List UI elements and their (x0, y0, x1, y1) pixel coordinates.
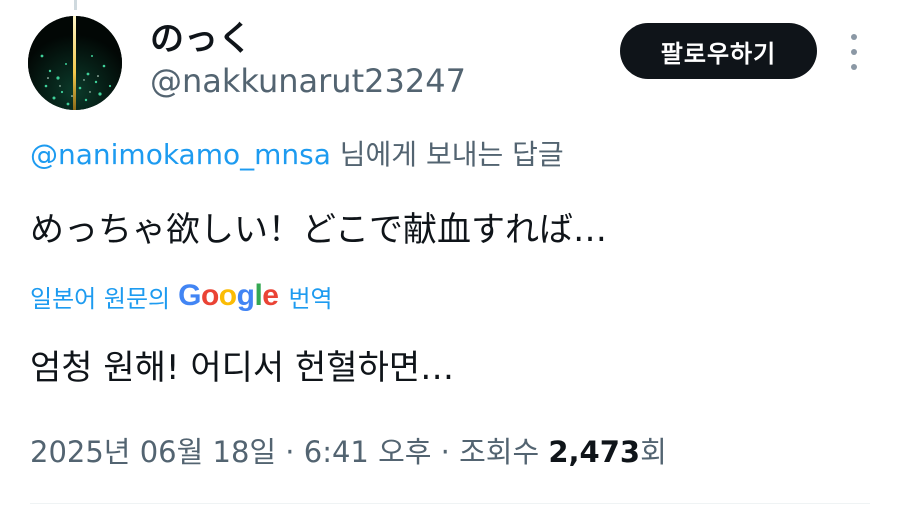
google-logo-letter: o (200, 279, 219, 312)
google-logo-letter: G (178, 279, 201, 312)
more-dot (851, 64, 857, 70)
follow-button[interactable]: 팔로우하기 (620, 23, 817, 79)
reply-suffix-text: 님에게 보내는 답글 (330, 138, 564, 171)
google-logo-letter: g (236, 279, 255, 312)
google-logo-letter: e (262, 279, 279, 312)
translation-prefix: 일본어 원문의 (30, 284, 171, 313)
translation-attribution[interactable]: 일본어 원문의 Google 번역 (30, 276, 333, 316)
reply-mention-link[interactable]: @nanimokamo_mnsa (30, 138, 331, 171)
avatar-image (28, 16, 122, 110)
tweet-datetime[interactable]: 2025년 06월 18일 · 6:41 오후 · 조회수 (30, 435, 548, 469)
more-vertical-icon[interactable] (842, 34, 866, 70)
author-handle[interactable]: @nakkunarut23247 (150, 60, 466, 102)
tweet-text: めっちゃ欲しい！どこで献血すれば… (30, 210, 607, 250)
google-logo: Google (178, 279, 279, 313)
translation-suffix: 번역 (288, 284, 333, 313)
translated-text: 엄청 원해! 어디서 헌혈하면… (30, 348, 455, 388)
more-dot (851, 49, 857, 55)
replying-to: @nanimokamo_mnsa 님에게 보내는 답글 (30, 136, 564, 174)
views-count: 2,473 (548, 435, 641, 469)
thread-connector-line (74, 0, 77, 10)
avatar[interactable] (28, 16, 122, 110)
divider (30, 503, 870, 504)
tweet-meta: 2025년 06월 18일 · 6:41 오후 · 조회수 2,473회 (30, 430, 667, 474)
views-suffix: 회 (640, 435, 667, 469)
google-logo-letter: o (218, 279, 237, 312)
tweet-detail: のっく @nakkunarut23247 팔로우하기 @nanimokamo_m… (0, 0, 900, 523)
more-dot (851, 34, 857, 40)
author-display-name[interactable]: のっく (150, 18, 252, 60)
